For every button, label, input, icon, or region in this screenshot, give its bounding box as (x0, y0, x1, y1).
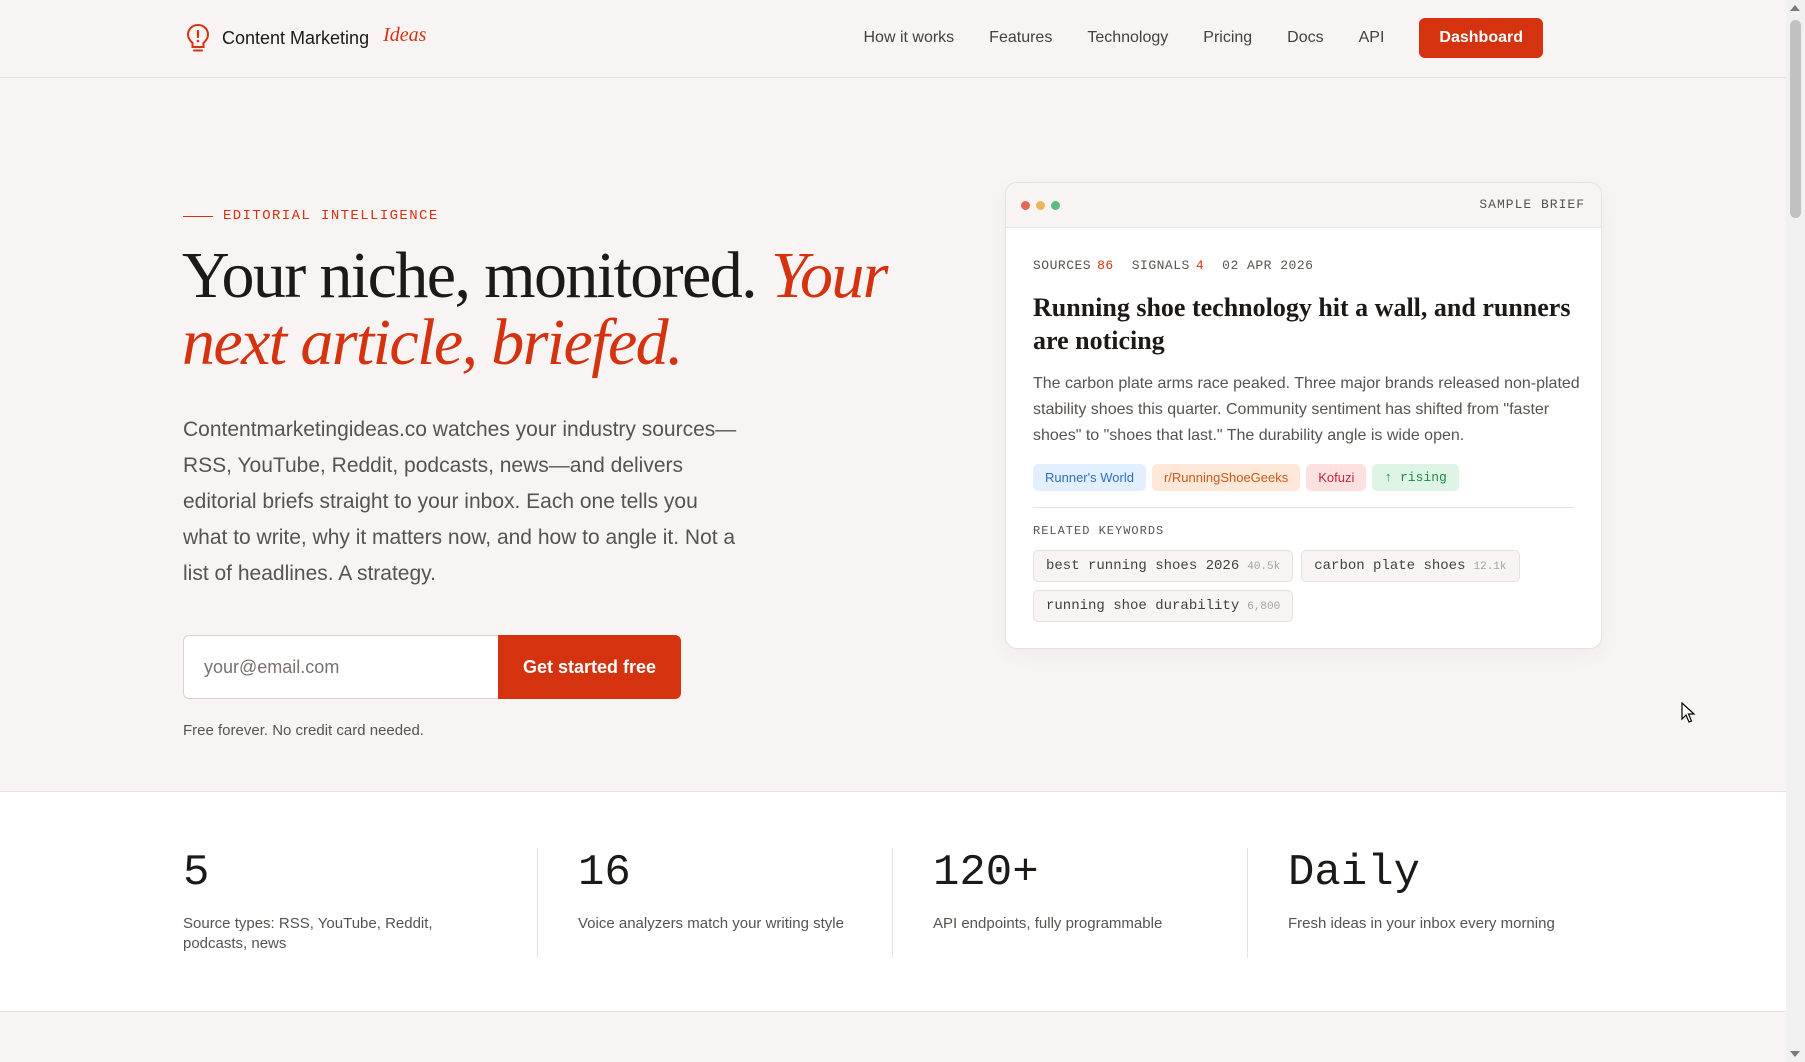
signup-note: Free forever. No credit card needed. (183, 722, 424, 739)
stat-value: 5 (183, 848, 210, 898)
signals-label: SIGNALS (1131, 258, 1190, 273)
brief-meta: SOURCES 86 SIGNALS 4 02 APR 2026 (1033, 258, 1313, 273)
scrollbar-thumb[interactable] (1790, 20, 1801, 218)
hero-headline: Your niche, monitored. Your next article… (182, 242, 902, 376)
sources-meta: SOURCES 86 (1033, 258, 1114, 273)
page-scrollbar[interactable] (1786, 0, 1805, 1062)
window-dot-yellow (1036, 201, 1045, 210)
stat-divider (1247, 848, 1248, 958)
brand-name: Content Marketing (222, 27, 370, 48)
sources-label: SOURCES (1033, 258, 1092, 273)
sources-count: 86 (1097, 258, 1114, 273)
tag-reddit: r/RunningShoeGeeks (1151, 464, 1301, 491)
dashboard-button[interactable]: Dashboard (1419, 18, 1543, 58)
get-started-button[interactable]: Get started free (498, 635, 681, 699)
nav-link-pricing[interactable]: Pricing (1203, 29, 1252, 47)
card-divider (1033, 507, 1574, 508)
stat-divider (537, 848, 538, 958)
stat-api-endpoints: 120+ API endpoints, fully programmable (933, 848, 1253, 934)
stat-value: Daily (1288, 848, 1421, 898)
brief-title: Running shoe technology hit a wall, and … (1033, 293, 1571, 355)
mouse-cursor-icon (1681, 702, 1696, 723)
keyword-term: best running shoes 2026 (1046, 558, 1240, 574)
card-titlebar: SAMPLE BRIEF (1006, 183, 1601, 228)
stat-label: Source types: RSS, YouTube, Reddit, podc… (183, 915, 433, 952)
stat-divider (892, 848, 893, 958)
nav-link-api[interactable]: API (1359, 29, 1385, 47)
source-tags: Runner's World r/RunningShoeGeeks Kofuzi… (1033, 464, 1459, 491)
stat-value: 16 (578, 848, 631, 898)
keyword-volume: 6,800 (1247, 601, 1281, 613)
brand-logo[interactable]: Content Marketing Ideas (184, 22, 426, 54)
lightbulb-icon (186, 23, 210, 52)
window-dot-green (1051, 201, 1060, 210)
window-dot-red (1021, 201, 1030, 210)
keyword-term: running shoe durability (1046, 598, 1240, 614)
eyebrow-line (183, 215, 213, 217)
nav-links: How it works Features Technology Pricing… (828, 18, 1543, 58)
headline-plain: Your niche, monitored. (182, 239, 758, 312)
stats-band: 5 Source types: RSS, YouTube, Reddit, po… (0, 791, 1786, 1012)
stat-label: API endpoints, fully programmable (933, 915, 1163, 932)
signup-form: Get started free (183, 635, 681, 699)
tag-runners-world: Runner's World (1033, 464, 1146, 491)
trend-rising-badge: ↑ rising (1372, 464, 1459, 491)
nav-link-how-it-works[interactable]: How it works (863, 29, 954, 47)
keyword-list: best running shoes 2026 40.5k carbon plat… (1033, 550, 1573, 622)
scroll-down-arrow-icon[interactable] (1790, 1051, 1800, 1057)
keyword-term: carbon plate shoes (1314, 558, 1466, 574)
keywords-label: RELATED KEYWORDS (1033, 524, 1165, 538)
signals-count: 4 (1195, 258, 1205, 273)
keyword-chip: carbon plate shoes 12.1k (1301, 550, 1520, 582)
email-input[interactable] (183, 635, 498, 699)
scroll-up-arrow-icon[interactable] (1790, 5, 1800, 11)
keyword-chip: running shoe durability 6,800 (1033, 590, 1294, 622)
keyword-volume: 40.5k (1247, 561, 1281, 573)
hero-eyebrow: EDITORIAL INTELLIGENCE (183, 208, 439, 224)
keyword-volume: 12.1k (1473, 561, 1507, 573)
brief-body: The carbon plate arms race peaked. Three… (1033, 375, 1580, 444)
card-window-label: SAMPLE BRIEF (1479, 197, 1585, 212)
brand-accent: Ideas (383, 23, 427, 46)
stat-source-types: 5 Source types: RSS, YouTube, Reddit, po… (183, 848, 503, 954)
nav-link-technology[interactable]: Technology (1087, 29, 1168, 47)
tag-kofuzi: Kofuzi (1306, 464, 1367, 491)
keyword-chip: best running shoes 2026 40.5k (1033, 550, 1294, 582)
stat-label: Voice analyzers match your writing style (578, 915, 844, 932)
nav-link-features[interactable]: Features (989, 29, 1052, 47)
eyebrow-text: EDITORIAL INTELLIGENCE (223, 208, 439, 224)
signals-meta: SIGNALS 4 (1132, 258, 1204, 273)
stat-daily: Daily Fresh ideas in your inbox every mo… (1288, 848, 1608, 934)
stat-voice-analyzers: 16 Voice analyzers match your writing st… (578, 848, 898, 934)
brief-date: 02 APR 2026 (1222, 258, 1314, 273)
sample-brief-card: SAMPLE BRIEF SOURCES 86 SIGNALS 4 02 APR 2… (1005, 182, 1602, 649)
stat-label: Fresh ideas in your inbox every morning (1288, 915, 1555, 932)
hero-description: Contentmarketingideas.co watches your in… (183, 418, 737, 585)
nav-link-docs[interactable]: Docs (1287, 29, 1323, 47)
top-nav: Content Marketing Ideas How it works Fea… (0, 0, 1786, 78)
stat-value: 120+ (933, 848, 1039, 898)
